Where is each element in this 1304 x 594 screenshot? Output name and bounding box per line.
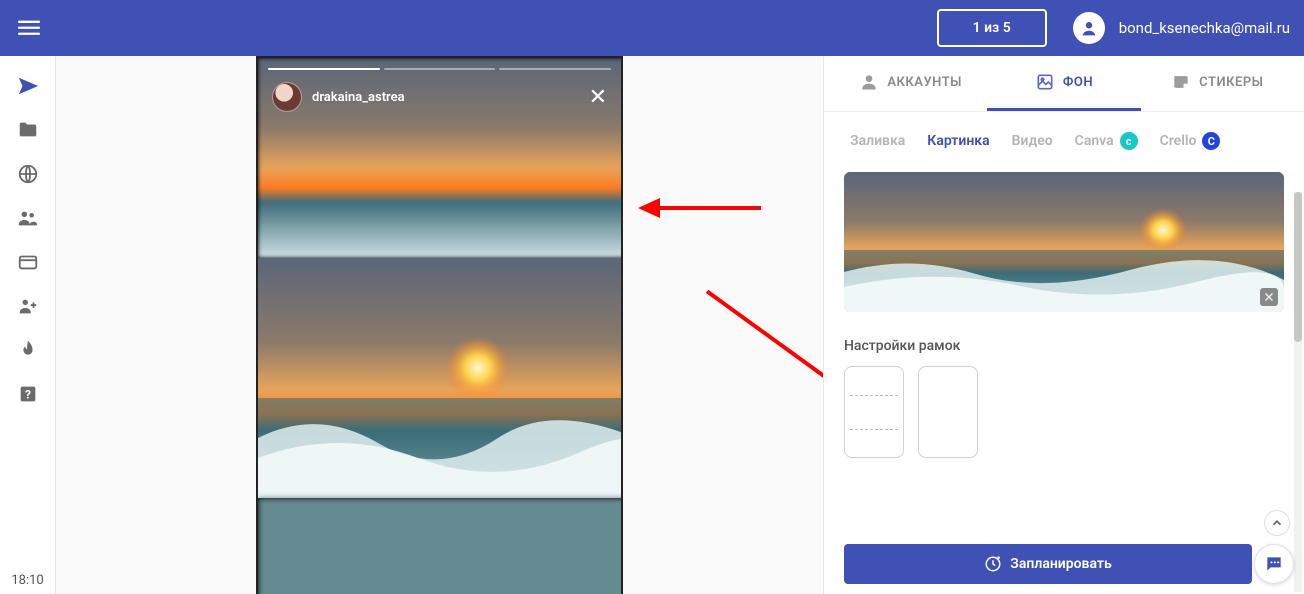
- globe-icon[interactable]: [16, 162, 40, 186]
- tab-stickers-label: СТИКЕРЫ: [1199, 75, 1263, 90]
- schedule-label: Запланировать: [1010, 556, 1111, 572]
- help-icon[interactable]: ?: [16, 382, 40, 406]
- story-username: drakaina_astrea: [312, 90, 405, 105]
- group-add-icon[interactable]: [16, 294, 40, 318]
- schedule-button[interactable]: Запланировать: [844, 544, 1252, 584]
- tab-background[interactable]: ФОН: [987, 56, 1140, 111]
- tab-stickers[interactable]: СТИКЕРЫ: [1141, 56, 1294, 111]
- side-nav: ? 18:10: [0, 56, 56, 594]
- menu-icon[interactable]: [14, 13, 44, 43]
- annotation-arrow: [636, 188, 766, 228]
- card-icon[interactable]: [16, 250, 40, 274]
- secondary-tabs: Заливка Картинка Видео Canvac CrelloC: [844, 112, 1284, 164]
- chat-icon[interactable]: [1254, 544, 1294, 584]
- frame-option-thirds[interactable]: [844, 366, 904, 458]
- scrollbar-thumb[interactable]: [1294, 192, 1302, 342]
- subtab-image[interactable]: Картинка: [927, 133, 989, 149]
- close-icon[interactable]: ✕: [589, 85, 607, 110]
- primary-tabs: АККАУНТЫ ФОН СТИКЕРЫ: [824, 56, 1304, 112]
- subtab-fill[interactable]: Заливка: [850, 133, 905, 149]
- crello-badge-icon: C: [1202, 132, 1220, 150]
- tab-background-label: ФОН: [1063, 75, 1093, 90]
- delete-icon[interactable]: [1260, 288, 1278, 306]
- clock-plus-icon: [984, 555, 1002, 573]
- tab-accounts-label: АККАУНТЫ: [887, 75, 962, 90]
- avatar[interactable]: [1073, 12, 1105, 44]
- right-panel: АККАУНТЫ ФОН СТИКЕРЫ Заливка Картинка Ви: [824, 56, 1304, 594]
- folder-icon[interactable]: [16, 118, 40, 142]
- counter-button[interactable]: 1 из 5: [937, 9, 1047, 47]
- tab-accounts[interactable]: АККАУНТЫ: [834, 56, 987, 111]
- people-icon[interactable]: [16, 206, 40, 230]
- story-avatar[interactable]: [272, 82, 302, 112]
- preview-area: drakaina_astrea ✕: [56, 56, 824, 594]
- svg-text:?: ?: [25, 388, 31, 402]
- story-progress: [268, 68, 611, 70]
- frame-option-full[interactable]: [918, 366, 978, 458]
- canva-badge-icon: c: [1120, 132, 1138, 150]
- send-icon[interactable]: [16, 74, 40, 98]
- subtab-crello[interactable]: CrelloC: [1160, 132, 1221, 150]
- story-preview[interactable]: drakaina_astrea ✕: [256, 56, 623, 594]
- scroll-up-icon[interactable]: [1264, 510, 1290, 536]
- subtab-video[interactable]: Видео: [1012, 133, 1053, 149]
- fire-icon[interactable]: [16, 338, 40, 362]
- subtab-canva[interactable]: Canvac: [1075, 132, 1138, 150]
- user-email[interactable]: bond_ksenechka@mail.ru: [1119, 19, 1290, 37]
- frames-block: Настройки рамок: [844, 338, 1284, 458]
- image-thumbnail[interactable]: [844, 172, 1284, 312]
- annotation-arrow: [679, 278, 824, 444]
- topbar: 1 из 5 bond_ksenechka@mail.ru: [0, 0, 1304, 56]
- frames-title: Настройки рамок: [844, 338, 1284, 354]
- clock-label: 18:10: [0, 573, 55, 588]
